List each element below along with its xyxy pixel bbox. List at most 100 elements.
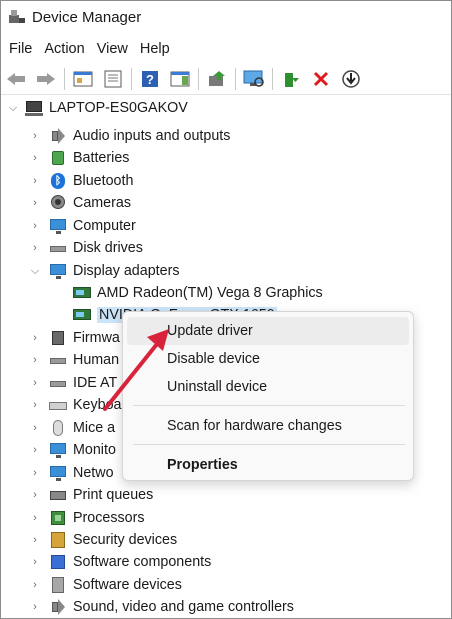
action-pane-icon[interactable] [168,67,192,91]
chevron-down-icon[interactable]: ⌵ [29,260,41,282]
chevron-right-icon[interactable]: › [29,125,41,147]
chevron-right-icon[interactable]: › [29,327,41,349]
chip-icon [49,329,67,347]
uninstall-device-menu-item[interactable]: Uninstall device [127,373,409,401]
tree-item-cameras[interactable]: › Cameras [29,192,131,214]
enable-device-icon[interactable] [279,67,303,91]
keyboard-icon [49,396,67,414]
toolbar-separator [235,67,236,90]
tree-item-monitors[interactable]: › Monito [29,439,116,461]
chevron-right-icon[interactable]: › [29,462,41,484]
tree-item-security-devices[interactable]: › Security devices [29,529,177,551]
tree-item-amd-graphics[interactable]: AMD Radeon(TM) Vega 8 Graphics [73,282,323,304]
menu-file[interactable]: File [3,37,38,61]
device-manager-icon [8,8,26,26]
chevron-right-icon[interactable]: › [29,507,41,529]
chevron-right-icon[interactable]: › [29,417,41,439]
gpu-icon [73,306,91,324]
forward-icon[interactable] [34,67,58,91]
tree-item-processors[interactable]: › Processors [29,507,144,529]
tree-item-bluetooth[interactable]: › ᛒ Bluetooth [29,170,133,192]
toolbar: ? [1,63,451,95]
processor-icon [49,509,67,527]
software-device-icon [49,576,67,594]
tree-item-print-queues[interactable]: › Print queues [29,484,153,506]
tree-item-human-interface-devices[interactable]: › Human [29,349,119,371]
speaker-icon [49,598,67,616]
tree-item-network-adapters[interactable]: › Netwo [29,462,114,484]
tree-item-ide-ata[interactable]: › IDE AT [29,372,117,394]
menu-divider [133,444,405,445]
display-adapter-icon [49,262,67,280]
tree-item-software-devices[interactable]: › Software devices [29,574,182,596]
disable-device-menu-item[interactable]: Disable device [127,345,409,373]
menu-action[interactable]: Action [38,37,90,61]
tree-item-audio[interactable]: › Audio inputs and outputs [29,125,230,147]
tree-item-display-adapters[interactable]: ⌵ Display adapters [29,260,180,282]
tree-item-mice[interactable]: › Mice a [29,417,115,439]
chevron-right-icon[interactable]: › [29,529,41,551]
chevron-right-icon[interactable]: › [29,237,41,259]
chevron-right-icon[interactable]: › [29,574,41,596]
chevron-down-icon[interactable]: ⌵ [7,97,19,119]
chevron-right-icon[interactable]: › [29,596,41,618]
printer-icon [49,486,67,504]
hid-icon [49,351,67,369]
chevron-right-icon[interactable]: › [29,551,41,573]
chevron-right-icon[interactable]: › [29,215,41,237]
help-icon[interactable]: ? [138,67,162,91]
tree-item-disk-drives[interactable]: › Disk drives [29,237,143,259]
menu-view[interactable]: View [91,37,134,61]
tree-item-sound-video-game[interactable]: › Sound, video and game controllers [29,596,294,618]
tree-item-computer[interactable]: › Computer [29,215,136,237]
chevron-right-icon[interactable]: › [29,394,41,416]
window-title: Device Manager [32,8,142,26]
monitor-icon [49,217,67,235]
uninstall-icon[interactable] [309,67,333,91]
disable-device-icon[interactable] [339,67,363,91]
menu-help[interactable]: Help [134,37,176,61]
disk-drive-icon [49,239,67,257]
chevron-right-icon[interactable]: › [29,147,41,169]
update-driver-icon[interactable] [205,67,229,91]
battery-icon [49,149,67,167]
computer-icon [25,99,43,117]
toolbar-separator [64,67,65,90]
update-driver-menu-item[interactable]: Update driver [127,317,409,345]
tree-item-firmware[interactable]: › Firmwa [29,327,120,349]
tree-root[interactable]: ⌵ LAPTOP-ES0GAKOV [7,97,188,119]
gpu-icon [73,284,91,302]
device-manager-window: Device Manager File Action View Help ? ⌵… [0,0,452,619]
toolbar-separator [198,67,199,90]
context-menu: Update driver Disable device Uninstall d… [122,311,414,481]
mouse-icon [49,419,67,437]
tree-item-keyboards[interactable]: › Keyboa [29,394,121,416]
bluetooth-icon: ᛒ [49,172,67,190]
chevron-right-icon[interactable]: › [29,192,41,214]
scan-hardware-menu-item[interactable]: Scan for hardware changes [127,412,409,440]
network-icon [49,464,67,482]
chevron-right-icon[interactable]: › [29,484,41,506]
back-icon[interactable] [4,67,28,91]
menu-bar: File Action View Help [1,37,176,61]
controller-icon [49,374,67,392]
speaker-icon [49,127,67,145]
show-hide-console-tree-icon[interactable] [101,67,125,91]
menu-divider [133,405,405,406]
svg-text:?: ? [146,72,154,87]
properties-menu-item[interactable]: Properties [127,451,409,479]
tree-item-software-components[interactable]: › Software components [29,551,211,573]
tree-item-batteries[interactable]: › Batteries [29,147,129,169]
monitor-icon [49,441,67,459]
camera-icon [49,194,67,212]
scan-hardware-icon[interactable] [242,67,266,91]
chevron-right-icon[interactable]: › [29,349,41,371]
chevron-right-icon[interactable]: › [29,170,41,192]
software-component-icon [49,553,67,571]
properties-icon[interactable] [71,67,95,91]
title-bar: Device Manager [1,1,451,33]
toolbar-separator [272,67,273,90]
chevron-right-icon[interactable]: › [29,372,41,394]
security-icon [49,531,67,549]
chevron-right-icon[interactable]: › [29,439,41,461]
